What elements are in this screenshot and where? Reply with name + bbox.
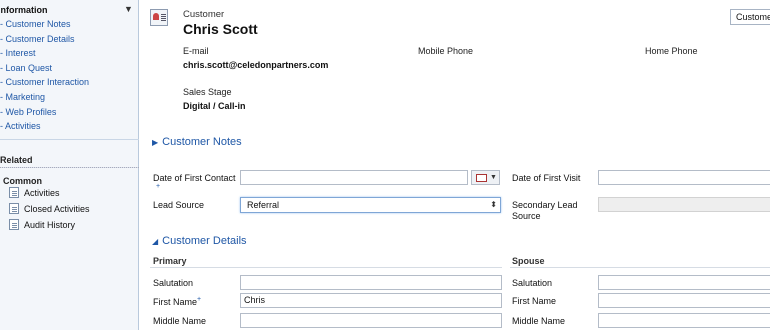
related-item-closed-activities[interactable]: Closed Activities xyxy=(9,202,90,217)
expand-arrow-icon: ▶ xyxy=(152,138,159,147)
left-nav: Information ▼ - Customer Notes - Custome… xyxy=(0,0,139,330)
section-customer-notes[interactable]: ▶ Customer Notes xyxy=(152,136,242,148)
select-arrows-icon: ⬍ xyxy=(490,200,497,209)
email-value[interactable]: chris.scott@celedonpartners.com xyxy=(183,60,328,70)
first-contact-date-input[interactable] xyxy=(240,170,468,185)
audit-history-icon xyxy=(9,219,19,230)
email-label: E-mail xyxy=(183,46,209,56)
lead-source-label: Lead Source xyxy=(153,200,205,210)
section-customer-details[interactable]: ◢ Customer Details xyxy=(152,235,247,247)
calendar-icon xyxy=(476,174,487,182)
related-item-audit-history[interactable]: Audit History xyxy=(9,218,75,233)
sales-stage-label: Sales Stage xyxy=(183,87,232,97)
spouse-middle-name-input[interactable] xyxy=(598,313,770,328)
primary-divider xyxy=(150,267,502,268)
mobile-phone-label: Mobile Phone xyxy=(418,46,474,56)
spouse-first-name-input[interactable] xyxy=(598,293,770,308)
primary-column-header: Primary xyxy=(153,256,187,266)
recommended-marker: + xyxy=(197,296,202,303)
nav-information-label: Information xyxy=(0,5,48,15)
first-name-label-text: First Name xyxy=(153,297,198,307)
nav-divider xyxy=(0,139,139,140)
section-title: Customer Details xyxy=(162,235,247,247)
chevron-down-icon: ▼ xyxy=(490,174,497,181)
collapse-arrow-icon: ◢ xyxy=(152,237,159,246)
spouse-first-name-label: First Name xyxy=(512,296,557,306)
first-visit-label: Date of First Visit xyxy=(512,173,581,183)
primary-middle-name-input[interactable] xyxy=(240,313,502,328)
entity-type-label: Customer xyxy=(183,9,225,20)
calendar-button[interactable]: ▼ xyxy=(471,170,500,185)
nav-item-activities[interactable]: - Activities xyxy=(0,119,139,134)
first-contact-label-text: Date of First Contact xyxy=(153,173,236,183)
primary-first-name-label: First Name+ xyxy=(153,296,201,307)
nav-item-customer-interaction[interactable]: - Customer Interaction xyxy=(0,75,139,90)
nav-information-list: - Customer Notes - Customer Details - In… xyxy=(0,17,139,134)
spouse-middle-name-label: Middle Name xyxy=(512,316,566,326)
spouse-divider xyxy=(510,267,770,268)
activities-icon xyxy=(9,187,19,198)
nav-item-loan-quest[interactable]: - Loan Quest xyxy=(0,61,139,76)
nav-item-customer-notes[interactable]: - Customer Notes xyxy=(0,17,139,32)
closed-activities-icon xyxy=(9,203,19,214)
related-item-activities[interactable]: Activities xyxy=(9,186,60,201)
related-item-label: Audit History xyxy=(24,220,76,230)
nav-item-customer-details[interactable]: - Customer Details xyxy=(0,32,139,47)
lead-source-select[interactable]: Referral ⬍ xyxy=(240,197,501,213)
nav-item-marketing[interactable]: - Marketing xyxy=(0,90,139,105)
secondary-lead-source-label: Secondary Lead Source xyxy=(512,200,578,221)
customer-card-icon xyxy=(150,9,168,26)
first-contact-label: Date of First Contact xyxy=(153,173,236,183)
chevron-down-icon[interactable]: ▼ xyxy=(124,4,133,14)
primary-middle-name-label: Middle Name xyxy=(153,316,207,326)
primary-salutation-label: Salutation xyxy=(153,278,194,288)
primary-salutation-input[interactable] xyxy=(240,275,502,290)
sales-stage-value: Digital / Call-in xyxy=(183,101,246,111)
nav-related-header: Related xyxy=(0,155,33,165)
secondary-lead-source-input xyxy=(598,197,770,212)
section-title: Customer Notes xyxy=(162,136,242,148)
related-item-label: Activities xyxy=(24,188,60,198)
record-title: Chris Scott xyxy=(183,21,258,37)
nav-common-header: Common xyxy=(3,176,42,186)
spouse-salutation-input[interactable] xyxy=(598,275,770,290)
nav-information-header[interactable]: Information ▼ xyxy=(0,4,139,18)
recommended-marker: + xyxy=(156,183,161,190)
nav-item-interest[interactable]: - Interest xyxy=(0,46,139,61)
related-item-label: Closed Activities xyxy=(24,204,90,214)
lead-source-value: Referral xyxy=(247,200,280,210)
spouse-salutation-label: Salutation xyxy=(512,278,553,288)
home-phone-label: Home Phone xyxy=(645,46,698,56)
form-selector[interactable]: Customer xyxy=(730,9,770,25)
spouse-column-header: Spouse xyxy=(512,256,545,266)
nav-item-web-profiles[interactable]: - Web Profiles xyxy=(0,105,139,120)
nav-related-divider xyxy=(0,167,139,168)
crm-customer-form: Information ▼ - Customer Notes - Custome… xyxy=(0,0,770,330)
first-visit-date-input[interactable] xyxy=(598,170,770,185)
primary-first-name-input[interactable]: Chris xyxy=(240,293,502,308)
